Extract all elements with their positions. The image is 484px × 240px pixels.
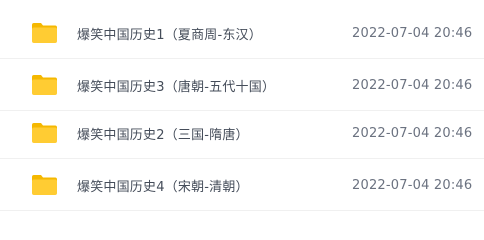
file-row[interactable]: 爆笑中国历史2（三国-隋唐） 2022-07-04 20:46 — [0, 107, 484, 159]
file-list: 爆笑中国历史1（夏商周-东汉） 2022-07-04 20:46 爆笑中国历史3… — [0, 0, 484, 219]
file-name[interactable]: 爆笑中国历史1（夏商周-东汉） — [77, 24, 262, 43]
file-row[interactable]: 爆笑中国历史3（唐朝-五代十国） 2022-07-04 20:46 — [0, 59, 484, 111]
file-row[interactable]: 爆笑中国历史4（宋朝-清朝） 2022-07-04 20:46 — [0, 159, 484, 211]
file-modified-date: 2022-07-04 20:46 — [352, 25, 473, 41]
file-name[interactable]: 爆笑中国历史2（三国-隋唐） — [77, 124, 249, 143]
file-modified-date: 2022-07-04 20:46 — [352, 77, 473, 93]
file-row[interactable]: 爆笑中国历史1（夏商周-东汉） 2022-07-04 20:46 — [0, 7, 484, 59]
row-divider — [0, 210, 484, 211]
file-modified-date: 2022-07-04 20:46 — [352, 177, 473, 193]
folder-icon — [32, 175, 57, 195]
folder-icon — [32, 75, 57, 95]
folder-icon — [32, 123, 57, 143]
folder-icon — [32, 23, 57, 43]
file-modified-date: 2022-07-04 20:46 — [352, 125, 473, 141]
file-name[interactable]: 爆笑中国历史4（宋朝-清朝） — [77, 176, 249, 195]
file-name[interactable]: 爆笑中国历史3（唐朝-五代十国） — [77, 76, 275, 95]
